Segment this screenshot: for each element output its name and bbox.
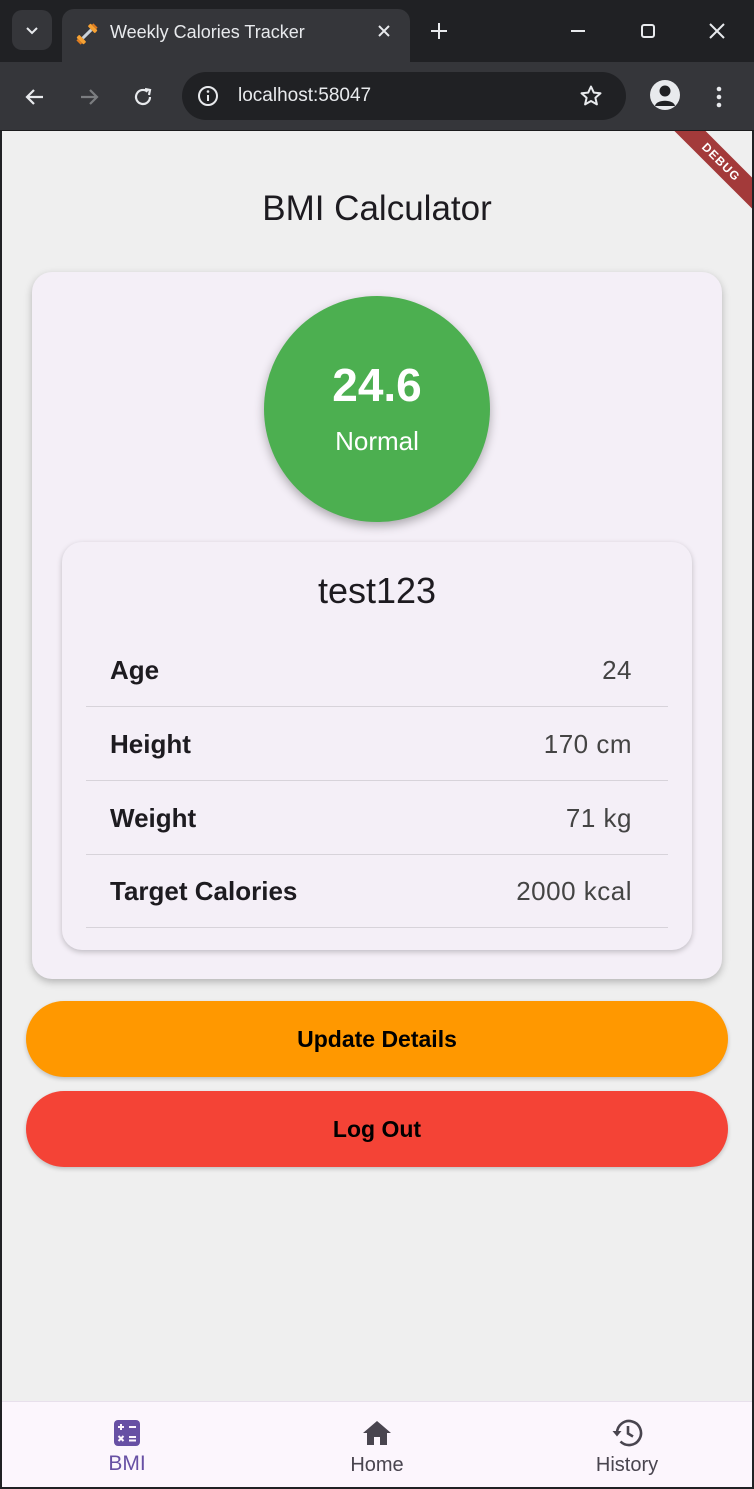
browser-toolbar: localhost:58047 [0,62,754,131]
address-bar[interactable]: localhost:58047 [182,72,626,120]
bmi-value: 24.6 [332,359,422,411]
dumbbell-icon [76,23,98,45]
plus-icon [431,23,447,39]
detail-value: 2000 kcal [516,876,632,906]
maximize-icon [641,24,655,38]
detail-row-height: Height 170 cm [86,707,668,781]
detail-value: 170 cm [543,729,632,759]
detail-value: 24 [602,655,632,685]
nav-item-bmi[interactable]: BMI [2,1402,252,1487]
reload-icon [134,87,152,106]
arrow-right-icon [81,89,99,105]
browser-tab-bar: Weekly Calories Tracker [0,0,754,62]
star-icon [580,85,602,106]
close-tab-button[interactable] [372,19,396,43]
info-icon [198,86,218,106]
bmi-result-circle: 24.6 Normal [264,296,490,522]
close-icon [378,25,390,37]
new-tab-button[interactable] [426,18,452,44]
maximize-button[interactable] [635,18,661,44]
tab-search-button[interactable] [12,10,52,50]
detail-value: 71 kg [565,803,632,833]
nav-label-home: Home [350,1454,404,1476]
detail-row-weight: Weight 71 kg [86,781,668,855]
detail-label: Height [110,729,191,759]
detail-label: Age [110,655,160,685]
nav-item-home[interactable]: Home [252,1402,502,1487]
browser-tab[interactable]: Weekly Calories Tracker [62,9,410,62]
forward-button[interactable] [74,82,104,112]
arrow-left-icon [25,89,43,105]
page-title: BMI Calculator [262,189,492,228]
log-out-button[interactable]: Log Out [26,1091,728,1167]
reload-button[interactable] [128,82,158,112]
bottom-navigation-bar: BMI Home History [2,1401,752,1487]
bmi-card: 24.6 Normal test123 Age 24 Height 170 cm… [32,272,722,979]
detail-label: Weight [110,803,197,833]
app-viewport: DEBUG BMI Calculator 24.6 Normal test123… [2,131,752,1487]
bmi-category: Normal [335,426,419,456]
profile-avatar[interactable] [650,80,680,110]
nav-item-history[interactable]: History [502,1402,752,1487]
detail-row-target-calories: Target Calories 2000 kcal [86,854,668,928]
detail-label: Target Calories [110,876,298,906]
history-icon [610,1416,644,1450]
chevron-down-icon [26,27,38,35]
url-text: localhost:58047 [238,85,372,106]
update-details-button[interactable]: Update Details [26,1001,728,1077]
tab-title: Weekly Calories Tracker [110,22,305,42]
back-button[interactable] [20,82,50,112]
site-info-button[interactable] [194,82,222,110]
nav-label-bmi: BMI [108,1452,146,1475]
calculator-icon [110,1416,144,1450]
close-icon [709,23,725,39]
username: test123 [317,570,437,611]
nav-label-history: History [595,1454,659,1476]
detail-row-age: Age 24 [86,633,668,707]
person-icon [655,85,675,106]
window-close-button[interactable] [704,18,730,44]
minimize-icon [571,30,585,32]
more-vert-icon [716,86,722,108]
minimize-button[interactable] [565,18,591,44]
bookmark-button[interactable] [578,83,604,109]
home-icon [360,1416,394,1450]
profile-details-card: test123 Age 24 Height 170 cm Weight 71 k… [62,542,692,950]
browser-menu-button[interactable] [706,82,732,112]
